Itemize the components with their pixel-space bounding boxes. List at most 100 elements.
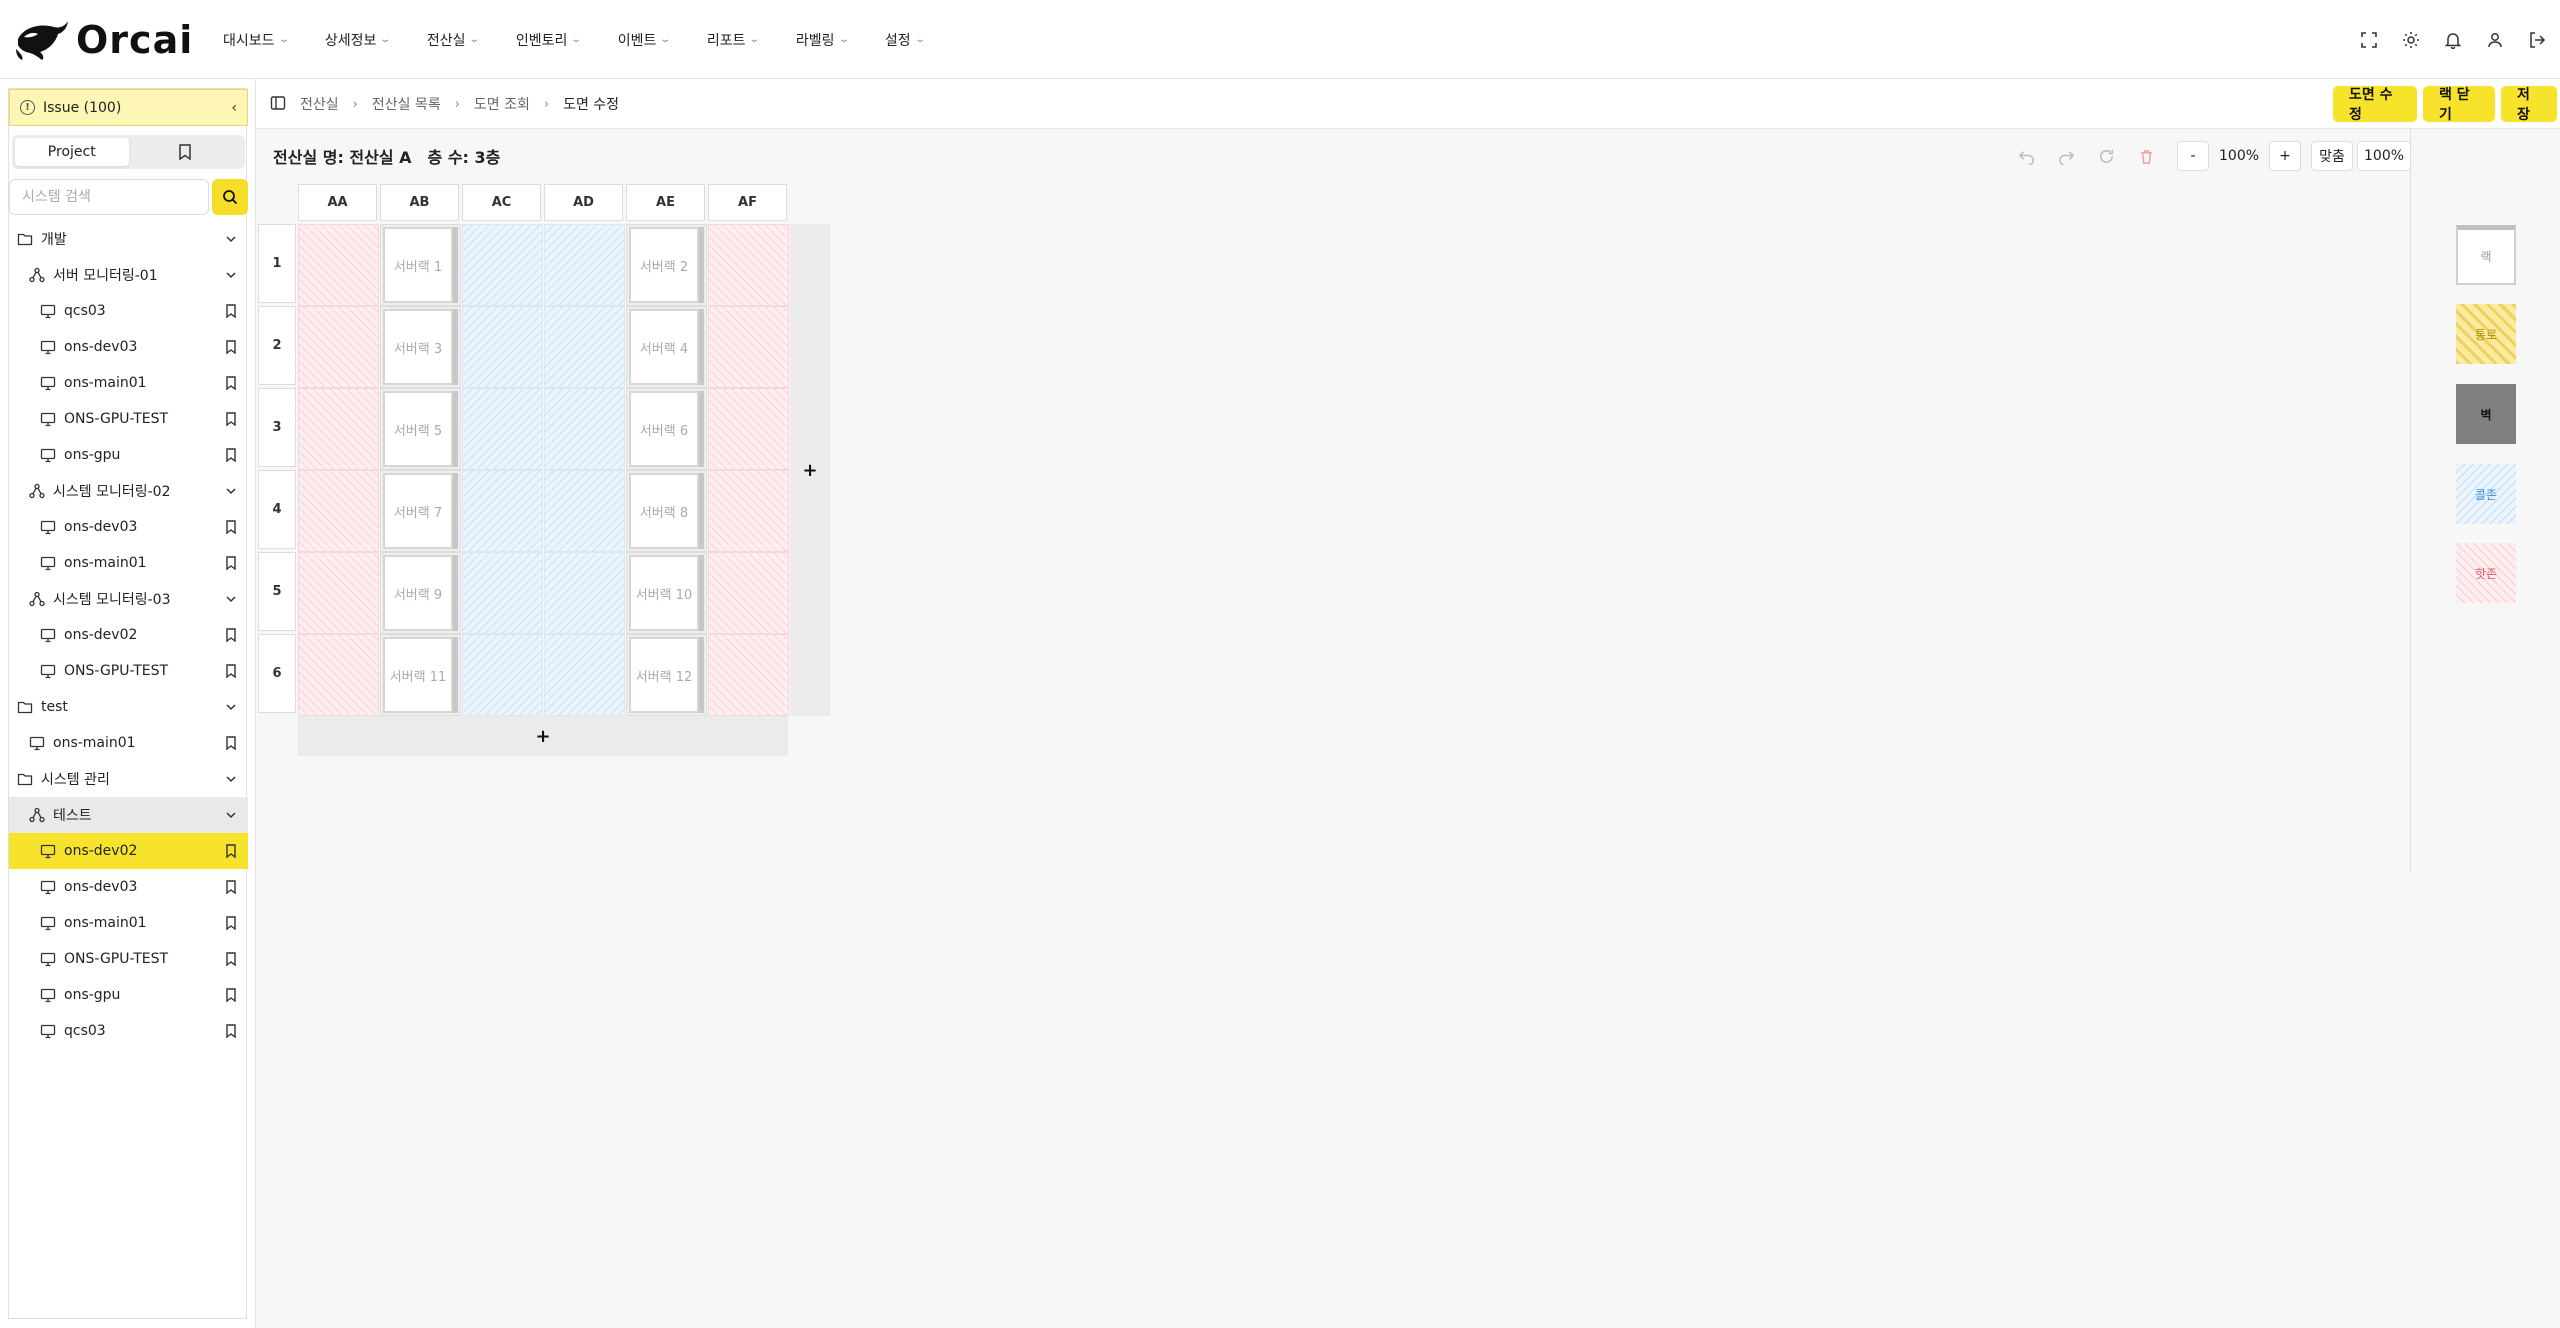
zoom-out-button[interactable]: - — [2177, 141, 2209, 171]
column-header[interactable]: AF — [708, 184, 787, 221]
redo-icon[interactable] — [2057, 147, 2075, 165]
issue-bar[interactable]: ! Issue (100) ‹ — [9, 89, 248, 126]
edit-layout-button[interactable]: 도면 수정 — [2333, 86, 2417, 123]
nav-reports[interactable]: 리포트 ⌄ — [707, 30, 761, 50]
undo-icon[interactable] — [2017, 147, 2035, 165]
row-header[interactable]: 4 — [258, 470, 296, 549]
cold-zone-cell[interactable] — [544, 388, 625, 470]
tree-host-item[interactable]: ons-dev02 — [9, 617, 248, 653]
system-search-input[interactable] — [9, 179, 209, 215]
fit-button[interactable]: 맞춤 — [2311, 141, 2354, 171]
chevron-down-icon[interactable] — [224, 231, 238, 247]
tree-host-item[interactable]: ons-dev02 — [9, 833, 248, 869]
bookmark-icon[interactable] — [224, 1023, 238, 1039]
rack-cell[interactable]: 서버랙 2 — [626, 224, 707, 306]
nav-inventory[interactable]: 인벤토리 ⌄ — [516, 30, 583, 50]
chevron-down-icon[interactable] — [224, 267, 238, 283]
search-button[interactable] — [212, 179, 248, 215]
bell-icon[interactable] — [2444, 31, 2462, 49]
bookmark-icon[interactable] — [224, 951, 238, 967]
hot-zone-cell[interactable] — [298, 388, 379, 470]
cold-zone-cell[interactable] — [544, 634, 625, 716]
bookmark-icon[interactable] — [224, 735, 238, 751]
chevron-down-icon[interactable] — [224, 771, 238, 787]
rack-cell[interactable]: 서버랙 11 — [380, 634, 461, 716]
server-rack[interactable]: 서버랙 12 — [629, 637, 699, 713]
tree-host-item[interactable]: ons-dev03 — [9, 869, 248, 905]
tree-folder-item[interactable]: 개발 — [9, 221, 248, 257]
tree-folder-item[interactable]: 시스템 관리 — [9, 761, 248, 797]
user-icon[interactable] — [2486, 31, 2504, 49]
hot-zone-cell[interactable] — [708, 224, 789, 306]
tree-host-item[interactable]: qcs03 — [9, 1013, 248, 1049]
add-row-button[interactable]: + — [298, 716, 788, 756]
server-rack[interactable]: 서버랙 9 — [383, 555, 453, 631]
rack-cell[interactable]: 서버랙 6 — [626, 388, 707, 470]
rack-cell[interactable]: 서버랙 4 — [626, 306, 707, 388]
tree-group-item[interactable]: 시스템 모니터링-03 — [9, 581, 248, 617]
bookmark-icon[interactable] — [224, 519, 238, 535]
row-header[interactable]: 5 — [258, 552, 296, 631]
fullscreen-icon[interactable] — [2360, 31, 2378, 49]
tree-host-item[interactable]: ons-main01 — [9, 545, 248, 581]
breadcrumb-item[interactable]: 도면 조회 — [474, 94, 530, 114]
reset-zoom-button[interactable]: 100% — [2357, 141, 2412, 171]
cold-zone-cell[interactable] — [462, 388, 543, 470]
hot-zone-cell[interactable] — [298, 306, 379, 388]
bookmark-icon[interactable] — [224, 843, 238, 859]
cold-zone-cell[interactable] — [462, 306, 543, 388]
cold-zone-cell[interactable] — [544, 306, 625, 388]
tree-folder-item[interactable]: test — [9, 689, 248, 725]
row-header[interactable]: 1 — [258, 224, 296, 303]
tree-group-item[interactable]: 시스템 모니터링-02 — [9, 473, 248, 509]
cold-zone-cell[interactable] — [462, 470, 543, 552]
column-header[interactable]: AE — [626, 184, 705, 221]
tree-host-item[interactable]: ons-dev03 — [9, 509, 248, 545]
chevron-down-icon[interactable] — [224, 591, 238, 607]
breadcrumb-item[interactable]: 전산실 목록 — [372, 94, 441, 114]
nav-details[interactable]: 상세정보 ⌄ — [325, 30, 392, 50]
hot-zone-cell[interactable] — [298, 470, 379, 552]
palette-hot-zone[interactable]: 핫존 — [2456, 543, 2516, 603]
column-header[interactable]: AB — [380, 184, 459, 221]
tree-host-item[interactable]: qcs03 — [9, 293, 248, 329]
column-header[interactable]: AC — [462, 184, 541, 221]
tree-host-item[interactable]: ONS-GPU-TEST — [9, 401, 248, 437]
close-rack-button[interactable]: 랙 닫기 — [2423, 86, 2495, 123]
server-rack[interactable]: 서버랙 5 — [383, 391, 453, 467]
bookmark-icon[interactable] — [224, 987, 238, 1003]
logout-icon[interactable] — [2528, 31, 2546, 49]
nav-datacenter[interactable]: 전산실 ⌄ — [427, 30, 481, 50]
server-rack[interactable]: 서버랙 2 — [629, 227, 699, 303]
bookmark-icon[interactable] — [224, 627, 238, 643]
cold-zone-cell[interactable] — [462, 224, 543, 306]
bookmark-icon[interactable] — [224, 555, 238, 571]
row-header[interactable]: 2 — [258, 306, 296, 385]
palette-cold-zone[interactable]: 콜존 — [2456, 464, 2516, 524]
sidebar-toggle-icon[interactable] — [270, 95, 286, 111]
tree-host-item[interactable]: ONS-GPU-TEST — [9, 653, 248, 689]
cold-zone-cell[interactable] — [462, 634, 543, 716]
tab-project[interactable]: Project — [15, 138, 129, 166]
cold-zone-cell[interactable] — [462, 552, 543, 634]
rack-cell[interactable]: 서버랙 7 — [380, 470, 461, 552]
chevron-down-icon[interactable] — [224, 483, 238, 499]
nav-events[interactable]: 이벤트 ⌄ — [618, 30, 672, 50]
row-header[interactable]: 6 — [258, 634, 296, 713]
tree-host-item[interactable]: ons-main01 — [9, 725, 248, 761]
bookmark-icon[interactable] — [224, 879, 238, 895]
server-rack[interactable]: 서버랙 8 — [629, 473, 699, 549]
nav-dashboard[interactable]: 대시보드 ⌄ — [223, 30, 290, 50]
save-button[interactable]: 저장 — [2501, 86, 2557, 123]
rack-cell[interactable]: 서버랙 9 — [380, 552, 461, 634]
logo[interactable]: Orcai — [14, 18, 193, 62]
trash-icon[interactable] — [2137, 147, 2155, 165]
tree-group-item[interactable]: 서버 모니터링-01 — [9, 257, 248, 293]
rack-cell[interactable]: 서버랙 5 — [380, 388, 461, 470]
zoom-in-button[interactable]: + — [2269, 141, 2302, 171]
hot-zone-cell[interactable] — [708, 470, 789, 552]
server-rack[interactable]: 서버랙 1 — [383, 227, 453, 303]
server-rack[interactable]: 서버랙 7 — [383, 473, 453, 549]
chevron-down-icon[interactable] — [224, 807, 238, 823]
add-column-button[interactable]: + — [790, 224, 830, 716]
